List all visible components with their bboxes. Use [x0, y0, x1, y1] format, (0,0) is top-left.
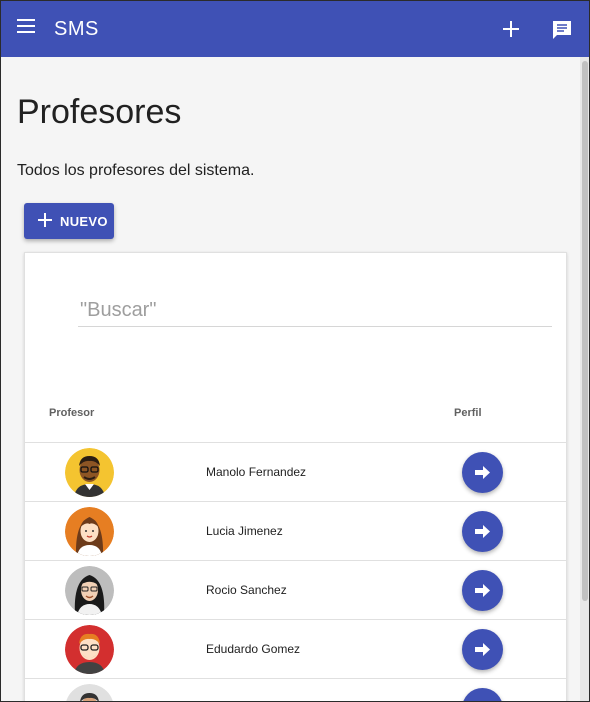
app-title: SMS: [54, 18, 99, 40]
avatar-icon: [65, 625, 114, 674]
page-subtitle: Todos los profesores del sistema.: [17, 162, 255, 179]
teacher-name: Manolo Fernandez: [206, 465, 307, 479]
scrollbar[interactable]: [580, 57, 589, 701]
profile-button[interactable]: [462, 688, 503, 701]
column-header-profesor: Profesor: [49, 407, 95, 419]
scrollbar-thumb[interactable]: [582, 61, 588, 601]
teacher-name: Rocio Sanchez: [206, 583, 287, 597]
teacher-name: Edudardo Gomez: [206, 642, 301, 656]
menu-icon[interactable]: [17, 19, 37, 39]
avatar-icon: [65, 448, 114, 497]
column-header-perfil: Perfil: [454, 407, 482, 419]
app-bar: SMS: [1, 1, 589, 57]
table-row: Rocio Sanchez: [25, 560, 566, 619]
profile-button[interactable]: [462, 511, 503, 552]
avatar-icon: [65, 507, 114, 556]
profile-button[interactable]: [462, 452, 503, 493]
table-row: Edudardo Gomez: [25, 619, 566, 678]
plus-icon[interactable]: [499, 17, 523, 41]
teacher-name: Lucia Jimenez: [206, 524, 283, 538]
arrow-right-icon: [475, 466, 490, 479]
arrow-right-icon: [475, 584, 490, 597]
table-row: Manolo Fernandez: [25, 442, 566, 501]
teachers-card: Profesor Perfil Manolo Fernand: [24, 252, 567, 701]
teachers-list: Manolo Fernandez Lucia Jimenez Rocio San…: [25, 442, 566, 701]
profile-button[interactable]: [462, 629, 503, 670]
page-title: Profesores: [17, 93, 182, 131]
table-row: Lucia Jimenez: [25, 501, 566, 560]
app-window: SMS Profesores Todos los profesores del …: [0, 0, 590, 702]
new-button[interactable]: NUEVO: [24, 203, 114, 239]
profile-button[interactable]: [462, 570, 503, 611]
arrow-right-icon: [475, 525, 490, 538]
chat-icon[interactable]: [550, 18, 574, 42]
table-row: [25, 678, 566, 701]
search-input[interactable]: [78, 295, 552, 327]
plus-icon: [38, 213, 52, 227]
avatar-icon: [65, 566, 114, 615]
new-button-label: NUEVO: [60, 214, 108, 229]
avatar-icon: [65, 684, 114, 701]
arrow-right-icon: [475, 643, 490, 656]
